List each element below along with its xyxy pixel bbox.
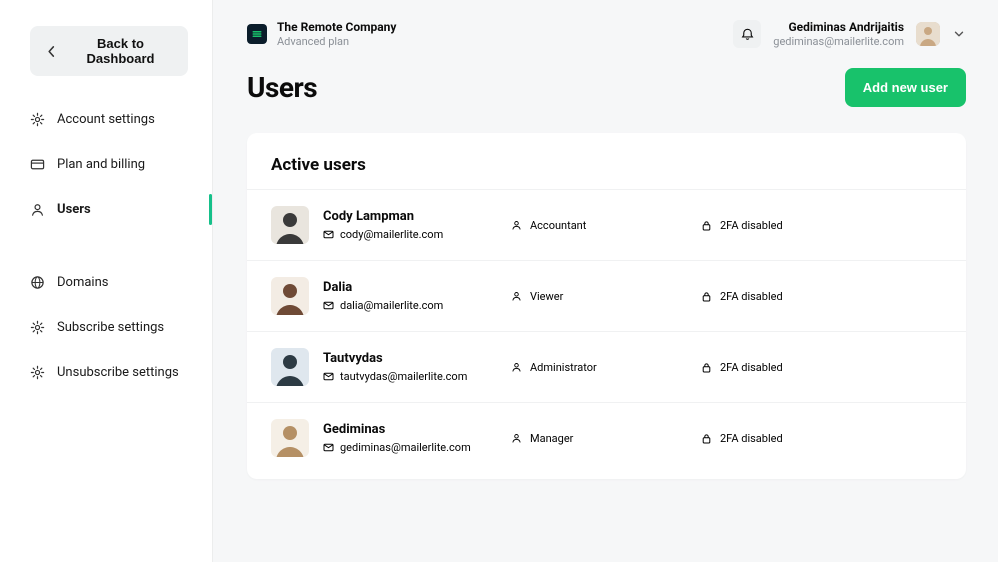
sidebar-item-domains[interactable]: Domains — [0, 265, 212, 300]
lock-icon — [701, 362, 712, 373]
user-row[interactable]: Gediminas gediminas@mailerlite.com Manager… — [247, 402, 966, 473]
gear-icon — [30, 365, 45, 380]
user-role-label: Administrator — [530, 361, 597, 374]
card-icon — [30, 157, 45, 172]
sidebar-item-label: Subscribe settings — [57, 321, 164, 334]
user-name: Tautvydas — [323, 351, 467, 366]
mail-icon — [323, 442, 334, 453]
user-icon — [511, 219, 522, 231]
user-role: Administrator — [511, 361, 701, 374]
user-row[interactable]: Dalia dalia@mailerlite.com Viewer 2FA disab… — [247, 260, 966, 331]
user-role-label: Manager — [530, 432, 573, 445]
user-email: cody@mailerlite.com — [340, 228, 443, 241]
sidebar-item-users[interactable]: Users — [0, 192, 212, 227]
user-role: Manager — [511, 432, 701, 445]
active-users-card: Active users Cody Lampman cody@mailerlite… — [247, 133, 966, 479]
user-role-label: Accountant — [530, 219, 586, 232]
company-plan: Advanced plan — [277, 35, 396, 48]
company-logo-icon — [247, 24, 267, 44]
sidebar-item-subscribe[interactable]: Subscribe settings — [0, 310, 212, 345]
user-icon — [511, 290, 522, 302]
user-menu-chevron-down-icon[interactable] — [952, 27, 966, 41]
globe-icon — [30, 275, 45, 290]
lock-icon — [701, 291, 712, 302]
user-2fa-label: 2FA disabled — [720, 290, 783, 303]
current-user-email: gediminas@mailerlite.com — [773, 35, 904, 48]
company-name: The Remote Company — [277, 20, 396, 34]
sidebar-item-unsubscribe[interactable]: Unsubscribe settings — [0, 355, 212, 390]
sidebar-item-label: Users — [57, 203, 91, 216]
chevron-left-icon — [44, 44, 59, 59]
mail-icon — [323, 229, 334, 240]
sidebar-item-billing[interactable]: Plan and billing — [0, 147, 212, 182]
main-content: The Remote Company Advanced plan Gedimin… — [213, 0, 998, 562]
add-user-button[interactable]: Add new user — [845, 68, 966, 107]
user-2fa-label: 2FA disabled — [720, 219, 783, 232]
user-2fa-label: 2FA disabled — [720, 432, 783, 445]
user-email: gediminas@mailerlite.com — [340, 441, 471, 454]
title-row: Users Add new user — [247, 68, 966, 107]
notifications-button[interactable] — [733, 20, 761, 48]
bell-icon — [740, 27, 755, 42]
user-icon — [511, 361, 522, 373]
card-title: Active users — [247, 155, 966, 189]
sidebar-item-account[interactable]: Account settings — [0, 102, 212, 137]
page-title: Users — [247, 71, 317, 104]
company-block[interactable]: The Remote Company Advanced plan — [247, 20, 396, 48]
user-row[interactable]: Tautvydas tautvydas@mailerlite.com Adminis… — [247, 331, 966, 402]
gear-icon — [30, 320, 45, 335]
back-label: Back to Dashboard — [67, 36, 174, 66]
user-role: Viewer — [511, 290, 701, 303]
user-2fa-status: 2FA disabled — [701, 290, 942, 303]
user-2fa-status: 2FA disabled — [701, 219, 942, 232]
mail-icon — [323, 300, 334, 311]
user-avatar — [271, 348, 309, 386]
current-user-name: Gediminas Andrijaitis — [773, 20, 904, 34]
user-name: Dalia — [323, 280, 443, 295]
sidebar: Back to Dashboard Account settings Plan a… — [0, 0, 213, 562]
user-name: Cody Lampman — [323, 209, 443, 224]
user-2fa-status: 2FA disabled — [701, 361, 942, 374]
user-icon — [30, 202, 45, 217]
back-to-dashboard-button[interactable]: Back to Dashboard — [30, 26, 188, 76]
topbar-right: Gediminas Andrijaitis gediminas@mailerli… — [733, 20, 966, 48]
user-2fa-status: 2FA disabled — [701, 432, 942, 445]
sidebar-item-label: Plan and billing — [57, 158, 145, 171]
sidebar-item-label: Unsubscribe settings — [57, 366, 179, 379]
user-role: Accountant — [511, 219, 701, 232]
user-role-label: Viewer — [530, 290, 563, 303]
user-avatar — [271, 419, 309, 457]
current-user-avatar[interactable] — [916, 22, 940, 46]
user-row[interactable]: Cody Lampman cody@mailerlite.com Accountan… — [247, 189, 966, 260]
nav-group-secondary: Domains Subscribe settings Unsubscribe set… — [0, 265, 212, 390]
current-user-meta: Gediminas Andrijaitis gediminas@mailerli… — [773, 20, 904, 48]
lock-icon — [701, 433, 712, 444]
mail-icon — [323, 371, 334, 382]
user-2fa-label: 2FA disabled — [720, 361, 783, 374]
user-email: tautvydas@mailerlite.com — [340, 370, 467, 383]
topbar: The Remote Company Advanced plan Gedimin… — [247, 20, 966, 48]
user-name: Gediminas — [323, 422, 471, 437]
user-icon — [511, 432, 522, 444]
user-email: dalia@mailerlite.com — [340, 299, 443, 312]
lock-icon — [701, 220, 712, 231]
nav-group-primary: Account settings Plan and billing Users — [0, 102, 212, 227]
user-avatar — [271, 277, 309, 315]
gear-icon — [30, 112, 45, 127]
user-avatar — [271, 206, 309, 244]
sidebar-item-label: Account settings — [57, 113, 155, 126]
sidebar-item-label: Domains — [57, 276, 108, 289]
